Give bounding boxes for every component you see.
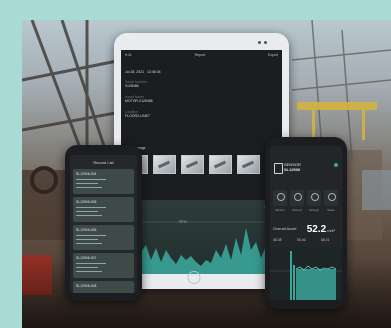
metric-value: 52.2: [306, 224, 327, 235]
phone-right-device: SENSOR SL12506 Monitor Record Settings S…: [265, 137, 347, 309]
image-thumbnail[interactable]: [153, 155, 176, 174]
record-list-title: Record List: [93, 160, 114, 165]
tablet-waveform: [121, 221, 282, 274]
share-button[interactable]: [324, 190, 338, 206]
metric-value-display: 52.2m/s²: [307, 224, 335, 235]
phone-left-device: Record List SL12506-004 SL12506-005 SL12…: [65, 145, 142, 301]
camera-icon: [258, 41, 261, 44]
device-id: SL12506: [284, 167, 301, 172]
home-button[interactable]: [187, 271, 201, 284]
report-time: 12:46:34: [147, 70, 161, 74]
list-item[interactable]: SL12506-007: [73, 253, 134, 278]
stat-max: 68.21: [321, 238, 330, 242]
sensor-icon: [264, 41, 267, 44]
field-location: Location FLOOR2-LINE7: [125, 110, 150, 118]
tablet-title: Report: [194, 53, 206, 57]
hero-banner: 9:41 Report Export Jul 28, 2021 12:46:34…: [0, 0, 391, 328]
field-serial: Serial Number 0128486: [125, 80, 148, 88]
connection-status-icon: [334, 163, 338, 167]
metric-unit: m/s²: [327, 228, 335, 233]
image-thumbnail[interactable]: [181, 155, 204, 174]
record-button[interactable]: [290, 190, 304, 206]
tool-labels: Monitor Record Settings Share: [275, 208, 335, 212]
export-button[interactable]: Export: [268, 53, 278, 57]
metric-label: Overall Accel: [273, 226, 297, 231]
stat-avg: 50.46: [297, 238, 306, 242]
list-item[interactable]: SL12506-008: [73, 281, 134, 293]
tool-row: [273, 190, 338, 206]
list-item[interactable]: SL12506-006: [73, 225, 134, 250]
sensor-waveform: [270, 251, 342, 300]
stat-min: 48.38: [273, 238, 282, 242]
image-thumbnail[interactable]: [209, 155, 232, 174]
sensor-icon: [274, 163, 283, 174]
record-list-screen: Record List SL12506-004 SL12506-005 SL12…: [70, 155, 137, 293]
sensor-graph: [270, 247, 342, 300]
status-time: 9:41: [125, 53, 132, 57]
settings-button[interactable]: [307, 190, 321, 206]
list-item[interactable]: SL12506-004: [73, 169, 134, 194]
field-asset: Asset Name MOTOR-0128486: [125, 95, 153, 103]
tablet-chart: 6229 RPM: [121, 200, 282, 274]
sensor-screen: SENSOR SL12506 Monitor Record Settings S…: [270, 146, 342, 300]
image-thumbnail[interactable]: [237, 155, 260, 174]
image-thumbnails: [125, 155, 282, 174]
tablet-header: 9:41 Report Export: [121, 50, 282, 60]
report-date-row: Jul 28, 2021 12:46:34: [125, 70, 161, 74]
report-date: Jul 28, 2021: [125, 70, 145, 74]
tablet-screen: 9:41 Report Export Jul 28, 2021 12:46:34…: [121, 50, 282, 274]
list-item[interactable]: SL12506-005: [73, 197, 134, 222]
monitor-button[interactable]: [273, 190, 287, 206]
